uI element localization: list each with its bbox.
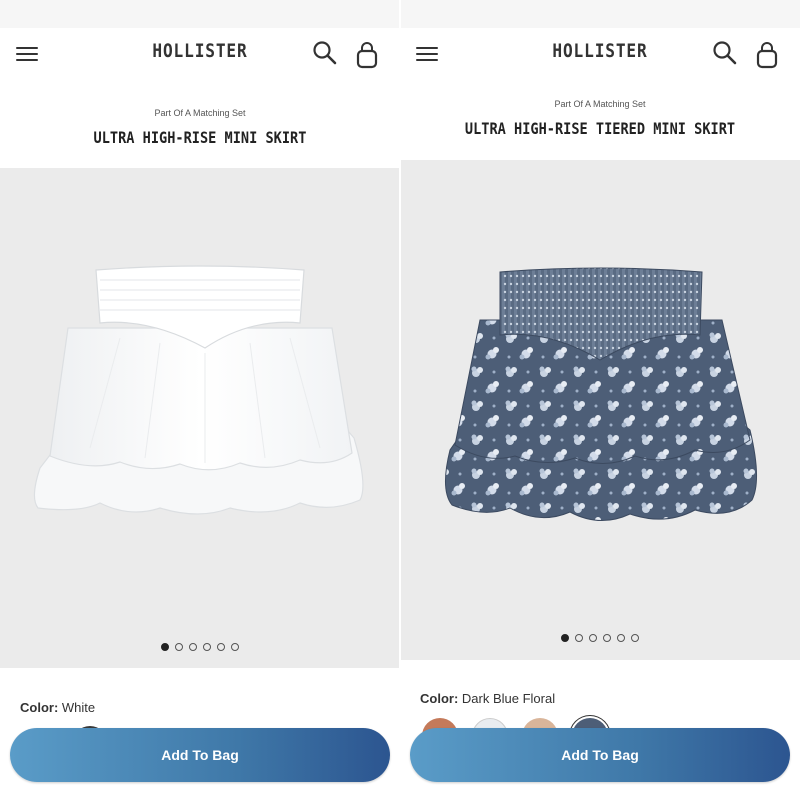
product-image[interactable] [400, 160, 800, 660]
panel-divider [399, 0, 401, 800]
color-label: Color: [20, 700, 59, 715]
carousel-dot[interactable] [175, 643, 183, 651]
search-icon[interactable] [312, 40, 338, 66]
matching-set-label: Part Of A Matching Set [154, 108, 246, 118]
carousel-dots [400, 629, 800, 647]
carousel-dot[interactable] [617, 634, 625, 642]
shopping-bag-icon[interactable] [354, 42, 380, 70]
color-selection: Color: White [20, 700, 95, 715]
color-value: White [61, 700, 96, 715]
search-icon[interactable] [712, 40, 738, 66]
carousel-dot[interactable] [231, 643, 239, 651]
carousel-dot[interactable] [589, 634, 597, 642]
site-header: HOLLISTER [400, 28, 800, 78]
top-strip [400, 0, 800, 28]
carousel-dot[interactable] [161, 643, 169, 651]
product-image[interactable] [0, 168, 400, 668]
carousel-dot[interactable] [603, 634, 611, 642]
shopping-bag-icon[interactable] [754, 42, 780, 70]
carousel-dots [0, 638, 400, 656]
color-selection: Color: Dark Blue Floral [420, 691, 555, 706]
product-panel-right: HOLLISTER Part Of A Matching Set ULTRA H… [400, 0, 800, 800]
site-header: HOLLISTER [0, 28, 400, 78]
top-strip [0, 0, 400, 28]
product-title: ULTRA HIGH-RISE TIERED MINI SKIRT [464, 119, 736, 138]
carousel-dot[interactable] [575, 634, 583, 642]
matching-set-label: Part Of A Matching Set [554, 99, 646, 109]
skirt-image [33, 265, 364, 515]
color-label: Color: [420, 691, 459, 706]
carousel-dot[interactable] [203, 643, 211, 651]
carousel-dot[interactable] [631, 634, 639, 642]
add-to-bag-button[interactable]: Add To Bag [10, 728, 390, 782]
product-panel-left: HOLLISTER Part Of A Matching Set ULTRA H… [0, 0, 400, 800]
carousel-dot[interactable] [217, 643, 225, 651]
skirt-image [445, 267, 758, 522]
add-to-bag-button[interactable]: Add To Bag [410, 728, 790, 782]
product-title: ULTRA HIGH-RISE MINI SKIRT [93, 128, 307, 147]
carousel-dot[interactable] [189, 643, 197, 651]
color-value: Dark Blue Floral [461, 691, 556, 706]
carousel-dot[interactable] [561, 634, 569, 642]
